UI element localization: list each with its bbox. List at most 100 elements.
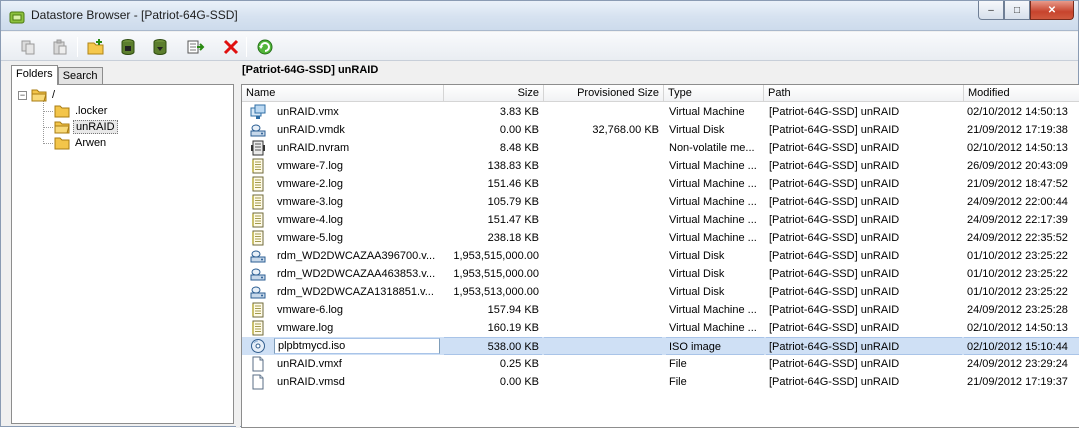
file-name: unRAID.nvram bbox=[277, 142, 350, 154]
file-path: [Patriot-64G-SSD] unRAID bbox=[769, 196, 900, 208]
download-datastore-icon bbox=[153, 39, 167, 55]
file-path: [Patriot-64G-SSD] unRAID bbox=[769, 250, 900, 262]
file-row[interactable]: rdm_WD2DWCAZAA396700.v... 1,953,515,000.0… bbox=[242, 247, 1079, 265]
file-provisioned-size: 32,768.00 KB bbox=[592, 124, 659, 136]
file-provisioned-size bbox=[544, 103, 662, 121]
tree-item-label: unRAID bbox=[73, 120, 118, 134]
tree-connector bbox=[43, 101, 44, 144]
file-row[interactable]: vmware-4.log 151.47 KB Virtual Machine ...… bbox=[242, 211, 1079, 229]
file-row[interactable]: vmware-3.log 105.79 KB Virtual Machine ...… bbox=[242, 193, 1079, 211]
file-size: 138.83 KB bbox=[487, 160, 539, 172]
file-row[interactable]: unRAID.nvram 8.48 KB Non-volatile me... [Pa… bbox=[242, 139, 1079, 157]
pane-splitter[interactable] bbox=[236, 62, 240, 428]
tab-search[interactable]: Search bbox=[57, 67, 103, 84]
virtual-disk-icon bbox=[250, 268, 266, 281]
new-folder-button[interactable] bbox=[85, 36, 107, 58]
log-icon bbox=[252, 176, 264, 192]
register-vm-button[interactable] bbox=[185, 36, 207, 58]
file-list: Name Size Provisioned Size Type Path Mod… bbox=[241, 84, 1079, 428]
tab-folders-label: Folders bbox=[16, 68, 53, 80]
file-row[interactable]: vmware-5.log 238.18 KB Virtual Machine ...… bbox=[242, 229, 1079, 247]
file-path: [Patriot-64G-SSD] unRAID bbox=[769, 106, 900, 118]
column-header-provisioned-size[interactable]: Provisioned Size bbox=[544, 85, 664, 102]
file-row[interactable]: vmware.log 160.19 KB Virtual Machine ... [P… bbox=[242, 319, 1079, 337]
file-path: [Patriot-64G-SSD] unRAID bbox=[769, 160, 900, 172]
file-row[interactable]: unRAID.vmdk 0.00 KB 32,768.00 KB Virtual Di… bbox=[242, 121, 1079, 139]
copy-file-button[interactable] bbox=[17, 36, 39, 58]
file-name: vmware-3.log bbox=[277, 196, 344, 208]
column-header-path[interactable]: Path bbox=[764, 85, 964, 102]
column-header-size[interactable]: Size bbox=[444, 85, 544, 102]
file-size: 538.00 KB bbox=[444, 337, 542, 355]
close-button[interactable]: ✕ bbox=[1030, 1, 1074, 20]
current-path-label: [Patriot-64G-SSD] unRAID bbox=[242, 64, 379, 76]
file-row[interactable]: vmware-6.log 157.94 KB Virtual Machine ...… bbox=[242, 301, 1079, 319]
file-type: Virtual Machine ... bbox=[669, 178, 757, 190]
title-bar[interactable]: Datastore Browser - [Patriot-64G-SSD] – … bbox=[1, 1, 1078, 31]
upload-datastore-icon bbox=[121, 39, 135, 55]
paste-file-button[interactable] bbox=[49, 36, 71, 58]
refresh-button[interactable] bbox=[254, 36, 276, 58]
file-modified: 01/10/2012 23:25:22 bbox=[967, 250, 1068, 262]
tab-search-label: Search bbox=[62, 70, 98, 82]
file-row[interactable]: rdm_WD2DWCAZAA463853.v... 1,953,515,000.0… bbox=[242, 265, 1079, 283]
file-type: Virtual Machine ... bbox=[669, 214, 757, 226]
maximize-icon: □ bbox=[1013, 4, 1021, 16]
delete-button[interactable] bbox=[220, 36, 242, 58]
file-type: Virtual Disk bbox=[669, 124, 725, 136]
file-path: [Patriot-64G-SSD] unRAID bbox=[769, 304, 900, 316]
file-row[interactable]: unRAID.vmsd 0.00 KB File [Patriot-64G-SSD] … bbox=[242, 373, 1079, 391]
tree-item-label: Arwen bbox=[75, 137, 107, 149]
file-row[interactable]: plpbtmycd.iso 538.00 KB ISO image [Patriot-… bbox=[242, 337, 1079, 355]
close-icon: ✕ bbox=[1047, 4, 1057, 16]
column-header-modified[interactable]: Modified bbox=[964, 85, 1079, 102]
tree-item-arwen[interactable]: Arwen bbox=[54, 135, 108, 151]
file-row[interactable]: unRAID.vmx 3.83 KB Virtual Machine [Patriot… bbox=[242, 103, 1079, 121]
file-name[interactable]: plpbtmycd.iso bbox=[274, 338, 440, 354]
column-header-type[interactable]: Type bbox=[664, 85, 764, 102]
tree-item-unraid[interactable]: unRAID bbox=[54, 119, 118, 135]
tab-folders[interactable]: Folders bbox=[11, 65, 58, 85]
file-type: Virtual Disk bbox=[669, 250, 725, 262]
file-type: File bbox=[669, 376, 687, 388]
file-path: [Patriot-64G-SSD] unRAID bbox=[769, 142, 900, 154]
nvram-icon bbox=[251, 140, 265, 156]
file-modified: 01/10/2012 23:25:22 bbox=[967, 268, 1068, 280]
file-name: unRAID.vmsd bbox=[277, 376, 345, 388]
tree-item-locker[interactable]: .locker bbox=[54, 103, 109, 119]
file-row[interactable]: vmware-2.log 151.46 KB Virtual Machine ...… bbox=[242, 175, 1079, 193]
file-size: 151.46 KB bbox=[487, 178, 539, 190]
file-modified: 21/09/2012 18:47:52 bbox=[967, 178, 1068, 190]
file-name: vmware-5.log bbox=[277, 232, 344, 244]
file-modified: 02/10/2012 15:10:44 bbox=[964, 337, 1079, 355]
file-name: vmware-4.log bbox=[277, 214, 344, 226]
tree-connector bbox=[43, 127, 53, 128]
log-icon bbox=[252, 194, 264, 210]
file-row[interactable]: vmware-7.log 138.83 KB Virtual Machine ...… bbox=[242, 157, 1079, 175]
file-name: rdm_WD2DWCAZAA463853.v... bbox=[277, 268, 436, 280]
log-icon bbox=[252, 158, 264, 174]
file-row[interactable]: unRAID.vmxf 0.25 KB File [Patriot-64G-SSD] … bbox=[242, 355, 1079, 373]
file-size: 160.19 KB bbox=[487, 322, 539, 334]
tree-root[interactable]: − / bbox=[18, 87, 57, 103]
download-button[interactable] bbox=[149, 36, 171, 58]
file-path: [Patriot-64G-SSD] unRAID bbox=[769, 376, 900, 388]
file-name: vmware-7.log bbox=[277, 160, 344, 172]
file-modified: 21/09/2012 17:19:37 bbox=[967, 376, 1068, 388]
file-modified: 02/10/2012 14:50:13 bbox=[967, 322, 1068, 334]
column-header-name[interactable]: Name bbox=[242, 85, 444, 102]
tree-root-label: / bbox=[52, 89, 56, 101]
file-provisioned-size bbox=[544, 337, 662, 355]
minimize-button[interactable]: – bbox=[978, 1, 1004, 20]
file-path: [Patriot-64G-SSD] unRAID bbox=[769, 268, 900, 280]
collapse-icon[interactable]: − bbox=[18, 90, 27, 100]
maximize-button[interactable]: □ bbox=[1004, 1, 1030, 20]
file-type: Virtual Machine ... bbox=[669, 322, 757, 334]
file-provisioned-size bbox=[544, 229, 662, 247]
file-modified: 02/10/2012 14:50:13 bbox=[967, 142, 1068, 154]
upload-button[interactable] bbox=[117, 36, 139, 58]
file-row[interactable]: rdm_WD2DWCAZA1318851.v... 1,953,513,000.0… bbox=[242, 283, 1079, 301]
log-icon bbox=[252, 302, 264, 318]
file-path: [Patriot-64G-SSD] unRAID bbox=[769, 358, 900, 370]
file-name: vmware-6.log bbox=[277, 304, 344, 316]
